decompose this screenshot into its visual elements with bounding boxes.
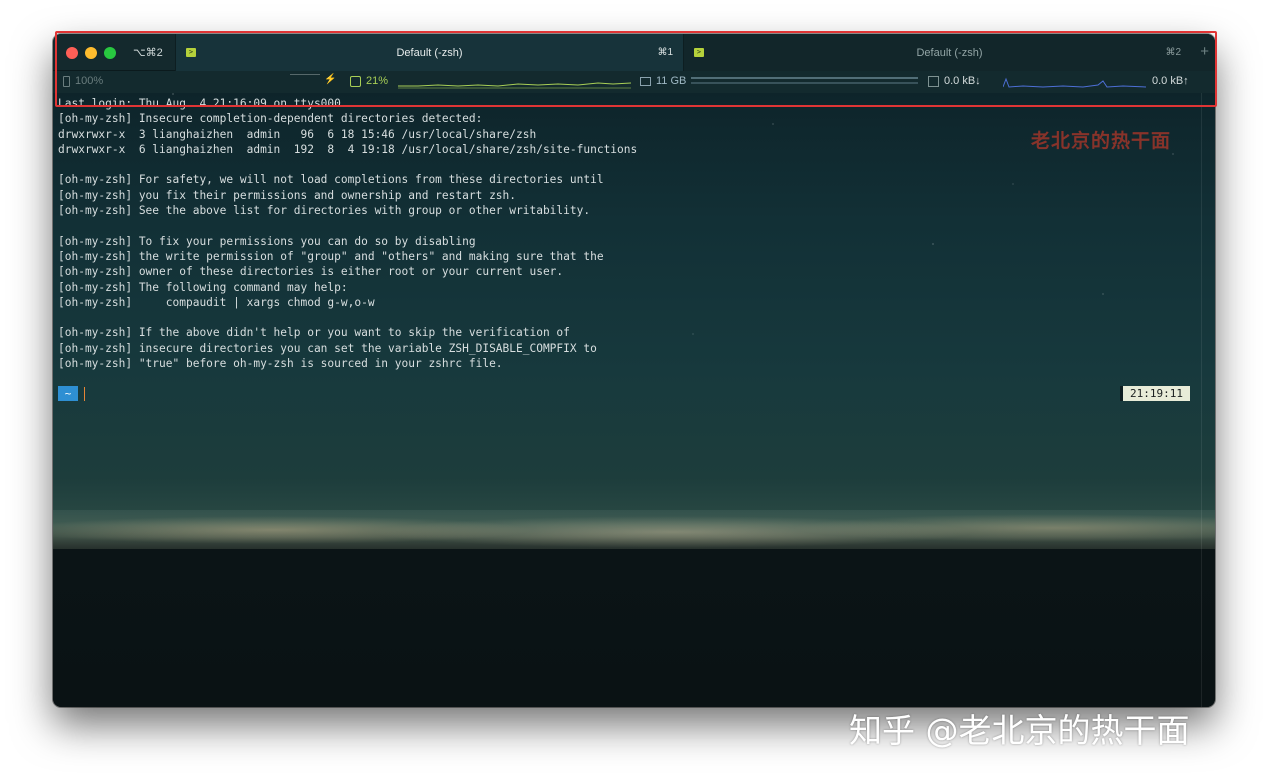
ground-background xyxy=(53,549,1215,707)
shell-prompt[interactable]: ~ ok 21:19:11 xyxy=(58,386,1190,402)
network-down-value: 0.0 kB↓ xyxy=(944,75,981,87)
terminal-line: [oh-my-zsh] insecure directories you can… xyxy=(58,341,597,355)
terminal-icon: > xyxy=(694,48,704,57)
charging-icon: ⚡ xyxy=(324,74,337,85)
text-cursor xyxy=(84,387,85,401)
memory-sparkline xyxy=(691,77,918,84)
battery-icon xyxy=(63,75,70,87)
terminal-line: [oh-my-zsh] compaudit | xargs chmod g-w,… xyxy=(58,295,375,309)
battery-status: 100% xyxy=(63,75,103,87)
tab-1[interactable]: > Default (-zsh) ⌘1 xyxy=(175,34,683,71)
battery-value: 100% xyxy=(75,75,104,87)
cpu-icon xyxy=(350,75,361,87)
tab-2-title: Default (-zsh) xyxy=(916,46,983,59)
window-shortcut: ⌥⌘2 xyxy=(133,47,163,59)
terminal-line: [oh-my-zsh] To fix your permissions you … xyxy=(58,234,476,248)
network-up-status: 0.0 kB↑ xyxy=(1152,75,1189,87)
terminal-line: [oh-my-zsh] "true" before oh-my-zsh is s… xyxy=(58,357,503,371)
watermark-bottom: 知乎 @老北京的热干面 xyxy=(849,711,1190,750)
window-controls: ⌥⌘2 xyxy=(53,34,175,71)
terminal-line: [oh-my-zsh] owner of these directories i… xyxy=(58,265,564,279)
terminal-line: [oh-my-zsh] the write permission of "gro… xyxy=(58,249,604,263)
terminal-line: [oh-my-zsh] See the above list for direc… xyxy=(58,204,591,218)
status-bar: 100% ⚡ 21% 11 GB 0.0 kB↓ 0.0 kB↑ xyxy=(53,71,1215,93)
terminal-line: [oh-my-zsh] For safety, we will not load… xyxy=(58,173,604,187)
cpu-value: 21% xyxy=(366,75,389,87)
prompt-directory: ~ xyxy=(58,386,78,401)
minimize-button[interactable] xyxy=(85,46,97,59)
tab-1-title: Default (-zsh) xyxy=(396,46,463,59)
tab-2[interactable]: > Default (-zsh) ⌘2 + xyxy=(683,34,1215,71)
terminal-line: [oh-my-zsh] The following command may he… xyxy=(58,280,348,294)
scrollbar[interactable] xyxy=(1201,93,1215,707)
cpu-status: 21% xyxy=(350,75,388,87)
tab-1-shortcut: ⌘1 xyxy=(657,47,673,58)
memory-status: 11 GB xyxy=(640,75,686,87)
network-down-status: 0.0 kB↓ xyxy=(928,75,981,87)
memory-icon xyxy=(640,76,651,86)
watermark-top-right: 老北京的热干面 xyxy=(1031,130,1172,152)
network-icon xyxy=(928,75,939,87)
close-button[interactable] xyxy=(66,46,78,59)
network-sparkline xyxy=(1003,77,1146,88)
prompt-time: 21:19:11 xyxy=(1123,386,1190,401)
memory-value: 11 GB xyxy=(656,75,687,87)
terminal-line: [oh-my-zsh] Insecure completion-dependen… xyxy=(58,112,483,126)
terminal-line: [oh-my-zsh] you fix their permissions an… xyxy=(58,188,517,202)
zoom-button[interactable] xyxy=(104,46,116,59)
battery-indicator-line xyxy=(290,74,320,75)
terminal-window: ⌥⌘2 > Default (-zsh) ⌘1 > Default (-zsh)… xyxy=(53,34,1215,707)
network-up-value: 0.0 kB↑ xyxy=(1152,75,1189,87)
terminal-icon: > xyxy=(186,48,196,57)
new-tab-button[interactable]: + xyxy=(1200,43,1209,60)
tab-bar: ⌥⌘2 > Default (-zsh) ⌘1 > Default (-zsh)… xyxy=(53,34,1215,71)
terminal-line: Last login: Thu Aug 4 21:16:09 on ttys00… xyxy=(58,97,341,110)
cpu-sparkline xyxy=(398,82,631,89)
tab-2-shortcut: ⌘2 xyxy=(1165,47,1181,58)
terminal-line: [oh-my-zsh] If the above didn't help or … xyxy=(58,326,570,340)
